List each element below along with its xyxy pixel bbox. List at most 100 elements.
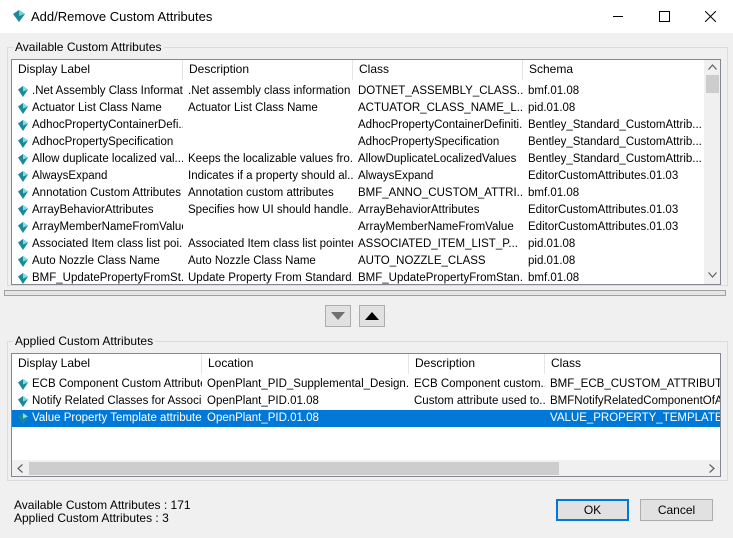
table-cell-description — [183, 219, 353, 236]
attribute-icon — [18, 137, 28, 148]
table-cell-class: AUTO_NOZZLE_CLASS — [353, 253, 523, 270]
cell-text: OpenPlant_PID.01.08 — [207, 412, 319, 424]
attribute-icon — [18, 188, 28, 199]
cell-text: ArrayBehaviorAttributes — [32, 204, 154, 216]
table-cell-class: DOTNET_ASSEMBLY_CLASS... — [353, 83, 523, 100]
scroll-up-icon[interactable] — [708, 64, 717, 70]
splitter[interactable] — [4, 290, 726, 296]
title-bar: Add/Remove Custom Attributes — [0, 0, 733, 33]
table-cell-schema: EditorCustomAttributes.01.03 — [523, 219, 704, 236]
column-description[interactable]: Description — [409, 354, 545, 374]
applied-horizontal-scrollbar[interactable] — [12, 460, 720, 476]
table-cell-display-label: BMF_UpdatePropertyFromSt... — [12, 270, 183, 284]
table-row[interactable]: Actuator List Class Name Actuator List Cl… — [12, 100, 704, 117]
available-group-label: Available Custom Attributes — [13, 40, 164, 54]
table-cell-location: OpenPlant_PID.01.08 — [202, 410, 409, 427]
column-display-label[interactable]: Display Label — [12, 60, 183, 80]
table-cell-schema: EditorCustomAttributes.01.03 — [523, 168, 704, 185]
table-cell-schema: Bentley_Standard_CustomAttrib... — [523, 151, 704, 168]
cell-text: pid.01.08 — [528, 238, 576, 250]
applied-scroll-thumb[interactable] — [29, 462, 559, 475]
attribute-icon — [18, 239, 28, 250]
table-row[interactable]: AdhocPropertySpecification AdhocPropertyS… — [12, 134, 704, 151]
minimize-button[interactable] — [595, 0, 641, 33]
table-cell-display-label: AlwaysExpand — [12, 168, 183, 185]
table-row[interactable]: ECB Component Custom Attributes OpenPlant… — [12, 376, 720, 393]
applied-attributes-list[interactable]: Display Label Location Description Class… — [11, 353, 721, 477]
table-cell-description: Associated Item class list pointer — [183, 236, 353, 253]
available-scroll-thumb[interactable] — [706, 75, 719, 93]
table-row[interactable]: ArrayBehaviorAttributes Specifies how UI … — [12, 202, 704, 219]
attribute-icon — [18, 396, 28, 407]
attribute-icon — [18, 86, 28, 97]
table-row[interactable]: Value Property Template attribute OpenPla… — [12, 410, 720, 427]
cell-text: OpenPlant_PID.01.08 — [207, 395, 319, 407]
available-vertical-scrollbar[interactable] — [704, 60, 720, 284]
table-row[interactable]: Notify Related Classes for Associ... Open… — [12, 393, 720, 410]
table-row[interactable]: .Net Assembly Class Informat... .Net asse… — [12, 83, 704, 100]
table-row[interactable]: AdhocPropertyContainerDefi... AdhocProper… — [12, 117, 704, 134]
table-row[interactable]: Associated Item class list poi... Associa… — [12, 236, 704, 253]
table-cell-schema: EditorCustomAttributes.01.03 — [523, 202, 704, 219]
table-cell-schema: pid.01.08 — [523, 236, 704, 253]
cell-text: Auto Nozzle Class Name — [32, 255, 160, 267]
maximize-icon — [658, 11, 670, 22]
attribute-icon — [18, 103, 28, 114]
table-cell-class: ArrayMemberNameFromValue — [353, 219, 523, 236]
column-description[interactable]: Description — [183, 60, 353, 80]
cell-text: Value Property Template attribute — [32, 412, 202, 424]
cell-text: AlwaysExpand — [358, 170, 434, 182]
window-title: Add/Remove Custom Attributes — [31, 9, 213, 24]
table-row[interactable]: AlwaysExpand Indicates if a property shou… — [12, 168, 704, 185]
cell-text: EditorCustomAttributes.01.03 — [528, 204, 679, 216]
table-row[interactable]: Auto Nozzle Class Name Auto Nozzle Class … — [12, 253, 704, 270]
cell-text: Allow duplicate localized val... — [32, 153, 183, 165]
table-row[interactable]: ArrayMemberNameFromValue ArrayMemberNameF… — [12, 219, 704, 236]
attribute-icon — [18, 171, 28, 182]
applied-list-header: Display Label Location Description Class — [12, 354, 720, 374]
column-location[interactable]: Location — [202, 354, 409, 374]
table-cell-description: ECB Component custom... — [409, 376, 545, 393]
cell-text: .Net Assembly Class Informat... — [32, 85, 183, 97]
table-cell-class: AlwaysExpand — [353, 168, 523, 185]
table-row[interactable]: Allow duplicate localized val... Keeps th… — [12, 151, 704, 168]
table-cell-description: .Net assembly class information — [183, 83, 353, 100]
table-row[interactable]: Annotation Custom Attributes Annotation c… — [12, 185, 704, 202]
available-attributes-list[interactable]: Display Label Description Class Schema .… — [11, 59, 721, 285]
table-cell-description: Actuator List Class Name — [183, 100, 353, 117]
column-schema[interactable]: Schema — [523, 60, 704, 80]
cell-text: pid.01.08 — [528, 255, 576, 267]
close-button[interactable] — [687, 0, 733, 33]
move-up-button[interactable] — [359, 305, 385, 327]
ok-button[interactable]: OK — [556, 499, 629, 521]
table-cell-schema: bmf.01.08 — [523, 270, 704, 284]
cell-text: Associated Item class list poi... — [32, 238, 183, 250]
cell-text: ACTUATOR_CLASS_NAME_L... — [358, 102, 523, 114]
table-cell-display-label: Associated Item class list poi... — [12, 236, 183, 253]
cell-text: bmf.01.08 — [528, 187, 580, 199]
column-class[interactable]: Class — [353, 60, 523, 80]
table-cell-description — [183, 117, 353, 134]
table-cell-schema: Bentley_Standard_CustomAttrib... — [523, 117, 704, 134]
move-down-button[interactable] — [325, 305, 351, 327]
table-cell-class: VALUE_PROPERTY_TEMPLATE_ — [545, 410, 720, 427]
cell-text: Specifies how UI should handle... — [188, 204, 353, 216]
cell-text: Actuator List Class Name — [188, 102, 318, 114]
scroll-left-icon[interactable] — [17, 464, 23, 473]
cell-text: ASSOCIATED_ITEM_LIST_P... — [358, 238, 518, 250]
column-class[interactable]: Class — [545, 354, 720, 374]
scroll-down-icon[interactable] — [708, 272, 717, 278]
cell-text: Bentley_Standard_CustomAttrib... — [528, 136, 702, 148]
column-display-label[interactable]: Display Label — [12, 354, 202, 374]
applied-group-label: Applied Custom Attributes — [13, 334, 156, 348]
table-cell-schema: bmf.01.08 — [523, 83, 704, 100]
cell-text: Keeps the localizable values fro... — [188, 153, 353, 165]
attribute-icon — [18, 120, 28, 131]
table-cell-description: Indicates if a property should al... — [183, 168, 353, 185]
table-row[interactable]: BMF_UpdatePropertyFromSt... Update Proper… — [12, 270, 704, 284]
table-cell-schema: Bentley_Standard_CustomAttrib... — [523, 134, 704, 151]
cancel-button[interactable]: Cancel — [640, 499, 713, 521]
table-cell-display-label: Actuator List Class Name — [12, 100, 183, 117]
scroll-right-icon[interactable] — [709, 464, 715, 473]
maximize-button[interactable] — [641, 0, 687, 33]
